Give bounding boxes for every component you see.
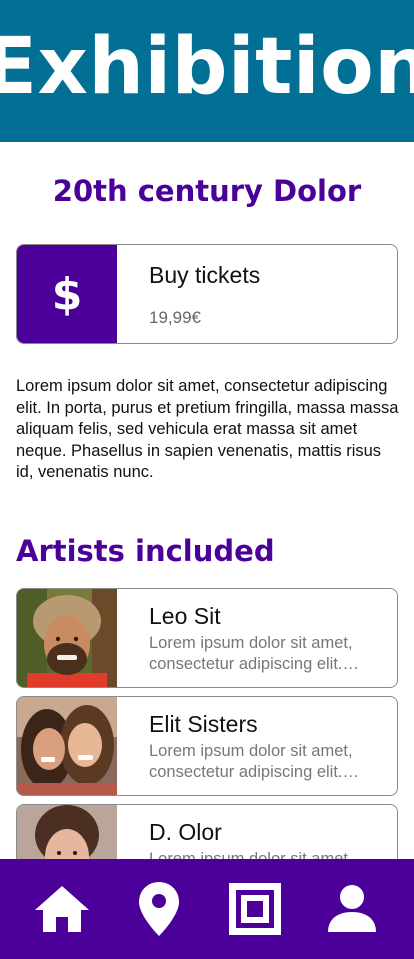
person-icon xyxy=(327,885,376,932)
artist-description: Lorem ipsum dolor sit amet, consectetur … xyxy=(149,634,353,673)
buy-tickets-label: Buy tickets xyxy=(149,262,261,288)
exhibit-description: Lorem ipsum dolor sit amet, consectetur … xyxy=(16,377,399,481)
home-icon xyxy=(35,886,90,932)
artist-photo xyxy=(17,589,117,687)
ticket-price: 19,99€ xyxy=(149,308,201,327)
bottom-nav xyxy=(0,859,414,959)
location-pin-icon xyxy=(138,882,179,936)
buy-tickets-card[interactable]: $ Buy tickets 19,99€ xyxy=(16,244,398,344)
frame-icon xyxy=(229,883,282,935)
app-header: Exhibition xyxy=(0,0,414,142)
dollar-icon: $ xyxy=(51,268,83,320)
artist-name: D. Olor xyxy=(149,819,222,845)
artist-photo xyxy=(17,697,117,795)
nav-location[interactable] xyxy=(127,877,191,941)
nav-home[interactable] xyxy=(30,877,94,941)
page-title: Exhibition xyxy=(0,22,414,112)
artists-heading: Artists included xyxy=(16,534,275,568)
artist-name: Elit Sisters xyxy=(149,711,258,737)
exhibit-title: 20th century Dolor xyxy=(52,174,362,208)
artist-card-leo-sit[interactable]: Leo Sit Lorem ipsum dolor sit amet, cons… xyxy=(16,588,398,688)
nav-exhibits[interactable] xyxy=(223,877,287,941)
ticket-icon-box: $ xyxy=(17,245,117,343)
artist-card-elit-sisters[interactable]: Elit Sisters Lorem ipsum dolor sit amet,… xyxy=(16,696,398,796)
artist-description: Lorem ipsum dolor sit amet, consectetur … xyxy=(149,742,353,781)
artist-name: Leo Sit xyxy=(149,603,221,629)
nav-profile[interactable] xyxy=(320,877,384,941)
